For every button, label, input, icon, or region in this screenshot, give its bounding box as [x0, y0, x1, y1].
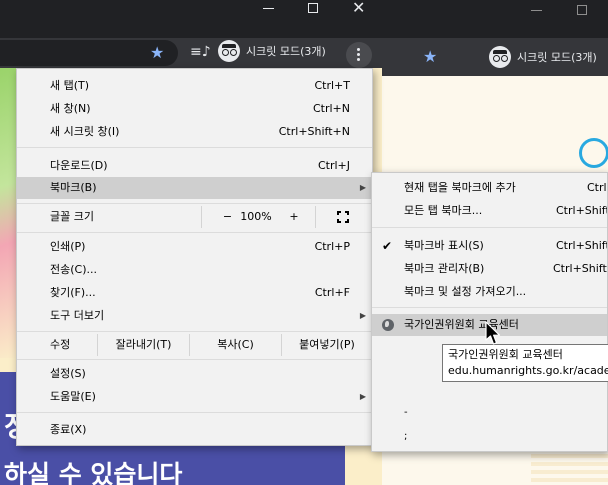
menu-item-find[interactable]: 찾기(F)... Ctrl+F [17, 282, 372, 304]
menu-item-label: 새 탭(T) [50, 79, 90, 92]
menu-item-label: 도움말(E) [50, 390, 96, 403]
zoom-label: 글꼴 크기 [50, 210, 94, 223]
menu-item-shortcut: Ctrl+N [312, 102, 350, 115]
submenu-item-show-bookmarks-bar[interactable]: ✔ 북마크바 표시(S) Ctrl+Shift+B [372, 235, 607, 257]
zoom-in-button[interactable]: + [279, 206, 309, 228]
search-icon [579, 138, 608, 168]
submenu-item-shortcut: Ctrl+Shift+D [556, 204, 607, 217]
menu-item-label: 북마크(B) [50, 181, 97, 194]
menu-divider [17, 412, 372, 413]
incognito-icon [218, 40, 240, 62]
edit-row: 수정 잘라내기(T) 복사(C) 붙여넣기(P) [17, 334, 372, 356]
menu-item-label: 종료(X) [50, 423, 87, 436]
banner-subheading: 하실 수 있습니다 [4, 460, 183, 485]
incognito-profile-button[interactable]: 시크릿 모드(3개) [218, 38, 326, 64]
fullscreen-icon [337, 211, 349, 223]
maximize-icon[interactable] [308, 3, 318, 13]
submenu-trailing-item: - [404, 407, 408, 418]
submenu-divider [372, 307, 607, 308]
chevron-right-icon: ▶ [359, 392, 366, 401]
incognito-profile-button[interactable]: 시크릿 모드(3개) [489, 44, 597, 70]
menu-item-label: 다운로드(D) [50, 159, 108, 172]
menu-divider [17, 359, 372, 360]
chrome-menu-button[interactable] [346, 42, 372, 68]
minimize-icon[interactable] [263, 8, 274, 9]
bookmark-star-icon[interactable]: ★ [423, 47, 437, 66]
bookmark-tooltip: 국가인권위원회 교육센터 edu.humanrights.go.kr/acade… [442, 344, 608, 382]
minimize-icon[interactable] [531, 10, 542, 11]
submenu-item-label: 모든 탭 북마크... [404, 204, 483, 217]
submenu-item-bookmark-this-tab[interactable]: 현재 탭을 북마크에 추가 Ctrl+D [372, 177, 607, 199]
bookmark-star-icon[interactable]: ★ [150, 43, 164, 62]
menu-item-shortcut: Ctrl+J [317, 159, 350, 172]
menu-item-label: 새 시크릿 창(I) [50, 125, 120, 138]
tooltip-title: 국가인권위원회 교육센터 [448, 348, 563, 361]
menu-item-label: 인쇄(P) [50, 240, 86, 253]
zoom-level: 100% [240, 210, 272, 223]
menu-item-label: 도구 더보기 [50, 309, 105, 322]
submenu-item-label: 북마크 관리자(B) [404, 262, 485, 275]
zoom-row: 글꼴 크기 − 100% + [17, 206, 372, 228]
incognito-label: 시크릿 모드(3개) [246, 45, 326, 58]
chevron-right-icon: ▶ [359, 311, 366, 320]
submenu-item-label: 북마크바 표시(S) [404, 239, 484, 252]
submenu-divider [372, 227, 607, 228]
menu-item-label: 설정(S) [50, 367, 86, 380]
submenu-item-shortcut: Ctrl+Shift+O [553, 262, 607, 275]
mouse-cursor-icon [485, 321, 501, 345]
menu-divider [17, 232, 372, 233]
menu-divider [17, 147, 372, 148]
menu-item-shortcut: Ctrl+P [314, 240, 350, 253]
copy-button[interactable]: 복사(C) [189, 334, 281, 356]
bookmarks-submenu: 현재 탭을 북마크에 추가 Ctrl+D 모든 탭 북마크... Ctrl+Sh… [371, 172, 608, 452]
menu-item-new-window[interactable]: 새 창(N) Ctrl+N [17, 98, 372, 120]
submenu-item-bookmark-manager[interactable]: 북마크 관리자(B) Ctrl+Shift+O [372, 258, 607, 280]
incognito-icon [489, 46, 511, 68]
submenu-item-import-bookmarks[interactable]: 북마크 및 설정 가져오기... [372, 281, 607, 303]
menu-item-label: 찾기(F)... [50, 286, 96, 299]
menu-item-bookmarks[interactable]: 북마크(B) ▶ [17, 177, 372, 199]
reading-list-icon[interactable]: ≡♪ [190, 44, 211, 60]
menu-item-label: 전송(C)... [50, 263, 97, 276]
menu-item-more-tools[interactable]: 도구 더보기 ▶ [17, 305, 372, 327]
menu-item-exit[interactable]: 종료(X) [17, 419, 372, 441]
submenu-item-bookmark-all-tabs[interactable]: 모든 탭 북마크... Ctrl+Shift+D [372, 200, 607, 222]
title-bar[interactable] [0, 0, 382, 38]
menu-divider [17, 331, 372, 332]
menu-item-downloads[interactable]: 다운로드(D) Ctrl+J [17, 155, 372, 177]
cut-button[interactable]: 잘라내기(T) [97, 334, 189, 356]
paste-button[interactable]: 붙여넣기(P) [281, 334, 372, 356]
menu-item-print[interactable]: 인쇄(P) Ctrl+P [17, 236, 372, 258]
submenu-item-shortcut: Ctrl+D [587, 181, 607, 194]
menu-item-settings[interactable]: 설정(S) [17, 363, 372, 385]
submenu-trailing-item: ; [404, 431, 408, 442]
menu-item-help[interactable]: 도움말(E) ▶ [17, 386, 372, 408]
checkmark-icon: ✔ [382, 239, 393, 253]
tooltip-url: edu.humanrights.go.kr/academy [448, 364, 608, 377]
chevron-right-icon: ▶ [359, 183, 366, 192]
incognito-label: 시크릿 모드(3개) [517, 51, 597, 64]
globe-icon [382, 319, 394, 331]
menu-item-shortcut: Ctrl+Shift+N [278, 125, 350, 138]
menu-item-new-tab[interactable]: 새 탭(T) Ctrl+T [17, 75, 372, 97]
menu-item-shortcut: Ctrl+F [314, 286, 350, 299]
menu-item-label: 새 창(N) [50, 102, 91, 115]
menu-item-cast[interactable]: 전송(C)... [17, 259, 372, 281]
desktop: ★ 시크릿 모드(3개) ✕ ★ ≡♪ 시크릿 모드(3개) 정보 하실 수 있… [0, 0, 608, 485]
chrome-main-menu: 새 탭(T) Ctrl+T 새 창(N) Ctrl+N 새 시크릿 창(I) C… [16, 68, 373, 446]
menu-item-shortcut: Ctrl+T [314, 79, 350, 92]
menu-item-new-incognito-window[interactable]: 새 시크릿 창(I) Ctrl+Shift+N [17, 121, 372, 143]
menu-divider [17, 203, 372, 204]
submenu-item-label: 북마크 및 설정 가져오기... [404, 285, 527, 298]
edit-label: 수정 [50, 338, 71, 351]
maximize-icon[interactable] [577, 5, 587, 15]
background-title-bar[interactable] [381, 0, 608, 38]
submenu-item-shortcut: Ctrl+Shift+B [556, 239, 607, 252]
submenu-item-label: 현재 탭을 북마크에 추가 [404, 181, 516, 194]
close-icon[interactable]: ✕ [352, 0, 366, 16]
